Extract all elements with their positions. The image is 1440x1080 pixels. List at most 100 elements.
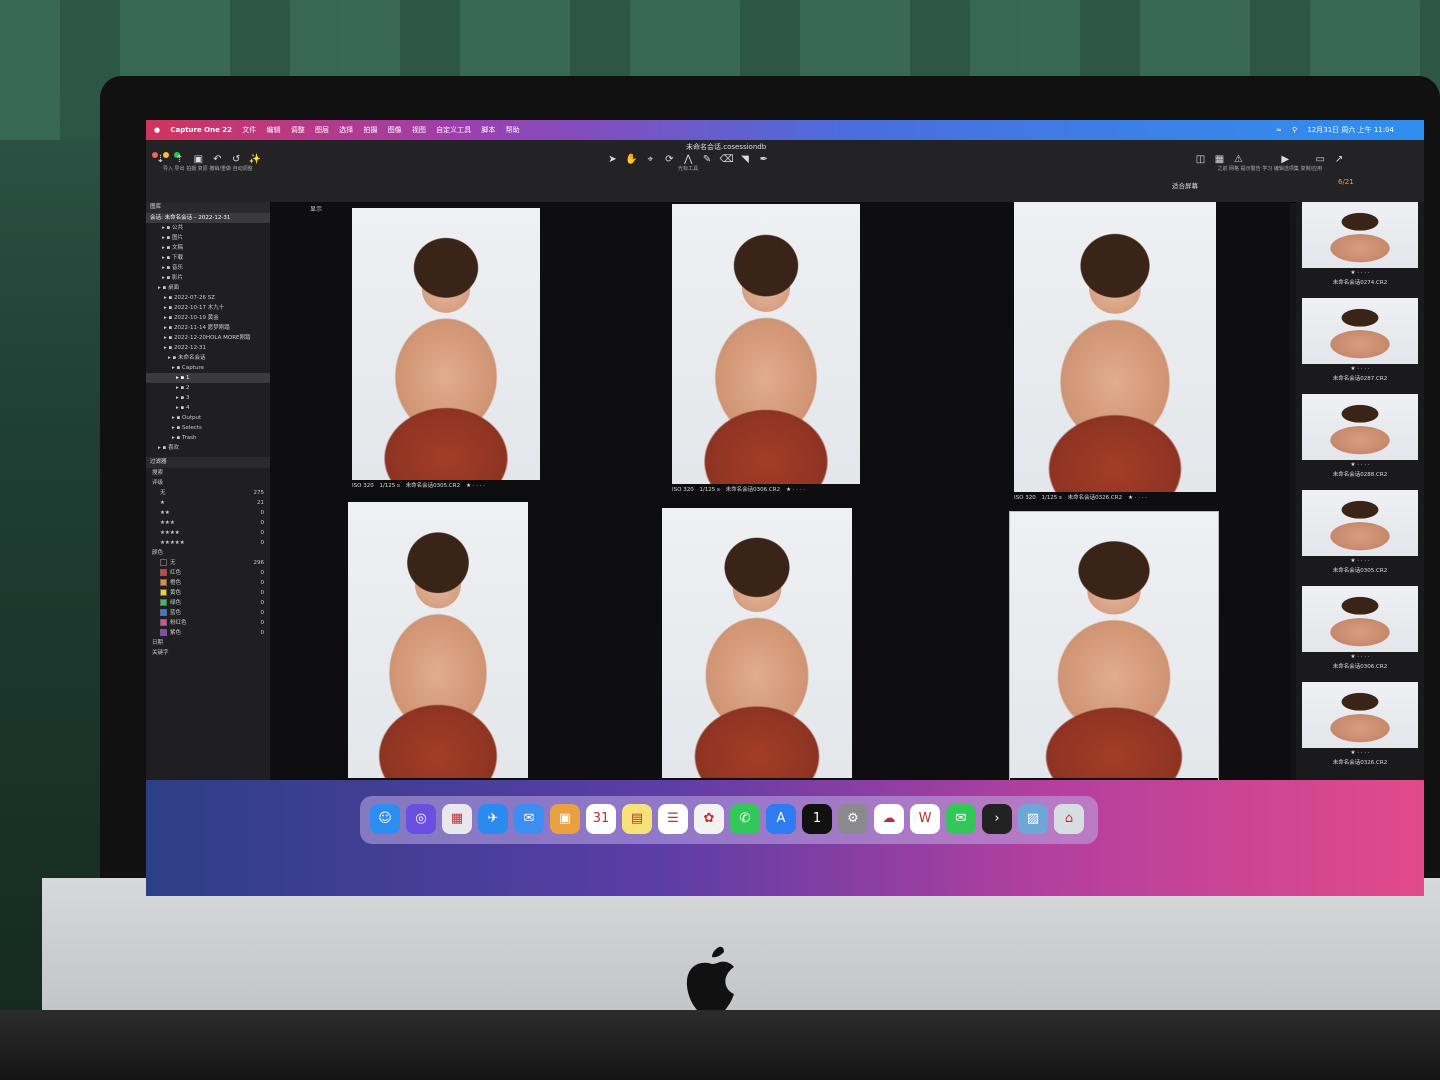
menu-capture[interactable]: 拍摄: [363, 126, 377, 134]
undo-redo-icon[interactable]: ↺: [230, 154, 243, 165]
trash-icon[interactable]: ⌂: [1054, 804, 1084, 834]
grid-icon[interactable]: ▦: [1213, 154, 1226, 165]
session-selector[interactable]: 会话: 未命名会话 – 2022-12-31: [146, 213, 270, 223]
folder-item[interactable]: ▸ ▪ 公共: [146, 223, 270, 233]
folder-item[interactable]: ▸ ▪ 1: [146, 373, 270, 383]
rating-stars[interactable]: ★ · · · ·: [786, 487, 805, 493]
finder-icon[interactable]: ☺: [370, 804, 400, 834]
filmstrip-stars[interactable]: ★ · · · ·: [1302, 364, 1418, 374]
auto-adjust-icon[interactable]: ✨: [249, 154, 262, 165]
filmstrip-item[interactable]: ★ · · · · 未命名会话0274.CR2: [1302, 202, 1418, 288]
browser-view-menu[interactable]: 显示: [310, 204, 322, 213]
keyword-filter[interactable]: 关键字: [146, 648, 270, 658]
folder-item[interactable]: ▸ ▪ Capture: [146, 363, 270, 373]
folder-item[interactable]: ▸ ▪ 音乐: [146, 263, 270, 273]
rating-filter-item[interactable]: ★★★ 0: [146, 518, 270, 528]
settings-icon[interactable]: ⚙: [838, 804, 868, 834]
image-thumbnail[interactable]: ISO 320 1/125 s 未命名会话0326.CR2 ★ · · · ·: [1014, 202, 1216, 504]
filter-search-input[interactable]: 搜索: [146, 468, 270, 478]
apple-menu-icon[interactable]: ●: [154, 126, 160, 134]
image-thumbnail[interactable]: ISO 320 1/125 s 未命名会话0305.CR2 ★ · · · ·: [352, 208, 540, 492]
image-thumbnail[interactable]: ISO 320 1/125 s 未命名会话0329.CR2★ · · · ·: [348, 502, 528, 790]
zoom-fit-label[interactable]: 适合屏幕: [1172, 180, 1198, 190]
folder-item[interactable]: ▸ ▪ Selects: [146, 423, 270, 433]
folder-item[interactable]: ▸ ▪ 2: [146, 383, 270, 393]
filmstrip-stars[interactable]: ★ · · · ·: [1302, 460, 1418, 470]
learn-icon[interactable]: ▶: [1279, 154, 1292, 165]
rating-filter-item[interactable]: 无 275: [146, 488, 270, 498]
filmstrip-item[interactable]: ★ · · · · 未命名会话0326.CR2: [1302, 682, 1418, 768]
folder-item[interactable]: ▸ ▪ 2022-07-26 SZ: [146, 293, 270, 303]
image-thumbnail[interactable]: ISO 320 1/125 s 未命名会话0306.CR2 ★ · · · ·: [672, 204, 860, 496]
picker-tool-icon[interactable]: ✒: [757, 154, 770, 165]
photos-app-icon[interactable]: ✿: [694, 804, 724, 834]
rating-stars[interactable]: ★ · · · ·: [466, 483, 485, 489]
edit-selection-icon[interactable]: ▭: [1314, 154, 1327, 165]
copy-apply-icon[interactable]: ↗: [1333, 154, 1346, 165]
menu-scripts[interactable]: 脚本: [481, 126, 495, 134]
baidu-netdisk-icon[interactable]: ☁: [874, 804, 904, 834]
rotate-tool-icon[interactable]: ⟳: [663, 154, 676, 165]
app-name-menu[interactable]: Capture One 22: [170, 126, 232, 134]
launchpad-icon[interactable]: ▦: [442, 804, 472, 834]
color-filter-item[interactable]: 红色 0: [146, 568, 270, 578]
app-store-icon[interactable]: A: [766, 804, 796, 834]
wps-icon[interactable]: W: [910, 804, 940, 834]
folder-item[interactable]: ▸ ▪ 图片: [146, 233, 270, 243]
filmstrip-item[interactable]: ★ · · · · 未命名会话0306.CR2: [1302, 586, 1418, 672]
color-filter-item[interactable]: 橙色 0: [146, 578, 270, 588]
filmstrip-stars[interactable]: ★ · · · ·: [1302, 556, 1418, 566]
folder-item[interactable]: ▸ ▪ 2022-11-14 愿梦刚踏: [146, 323, 270, 333]
color-filter-item[interactable]: 黄色 0: [146, 588, 270, 598]
filmstrip-stars[interactable]: ★ · · · ·: [1302, 268, 1418, 278]
image-thumbnail[interactable]: ISO 320 1/125 s 未命名会话0384.CR2★ · · · ·: [1009, 511, 1219, 791]
messages-icon[interactable]: ✆: [730, 804, 760, 834]
folder-item[interactable]: ▸ ▪ 桌面: [146, 283, 270, 293]
menu-select[interactable]: 选择: [339, 126, 353, 134]
filmstrip-item[interactable]: ★ · · · · 未命名会话0305.CR2: [1302, 490, 1418, 576]
folder-item[interactable]: ▸ ▪ 2022-12-20HOLA MORE刚踏: [146, 333, 270, 343]
folder-item[interactable]: ▸ ▪ 3: [146, 393, 270, 403]
rating-filter-item[interactable]: ★★★★★ 0: [146, 538, 270, 548]
folder-item[interactable]: ▸ ▪ 影片: [146, 273, 270, 283]
folder-item[interactable]: ▸ ▪ Trash: [146, 433, 270, 443]
wechat-icon[interactable]: ✉: [946, 804, 976, 834]
color-header[interactable]: 颜色: [146, 548, 270, 558]
pan-tool-icon[interactable]: ✋: [625, 154, 638, 165]
color-filter-item[interactable]: 粉红色 0: [146, 618, 270, 628]
rating-stars[interactable]: ★ · · · ·: [1128, 495, 1147, 501]
menu-adjust[interactable]: 调整: [291, 126, 305, 134]
preview-icon[interactable]: ▨: [1018, 804, 1048, 834]
safari-icon[interactable]: ✈: [478, 804, 508, 834]
siri-icon[interactable]: ◎: [406, 804, 436, 834]
menu-help[interactable]: 帮助: [506, 126, 520, 134]
date-filter[interactable]: 日期: [146, 638, 270, 648]
rating-filter-item[interactable]: ★★★★ 0: [146, 528, 270, 538]
pointer-tool-icon[interactable]: ➤: [606, 154, 619, 165]
menu-image[interactable]: 图像: [388, 126, 402, 134]
folder-item[interactable]: ▸ ▪ 未命名会话: [146, 353, 270, 363]
wifi-icon[interactable]: ≈: [1276, 126, 1282, 134]
rating-filter-item[interactable]: ★★ 0: [146, 508, 270, 518]
folder-item[interactable]: ▸ ▪ 4: [146, 403, 270, 413]
library-header[interactable]: 图库: [146, 202, 270, 213]
rating-header[interactable]: 评级: [146, 478, 270, 488]
folder-item[interactable]: ▸ ▪ 2022-10-17 木九十: [146, 303, 270, 313]
folder-item[interactable]: ▸ ▪ Output: [146, 413, 270, 423]
folder-item[interactable]: ▸ ▪ 喜欢: [146, 443, 270, 453]
clock-text[interactable]: 12月31日 周六 上午 11:04: [1307, 126, 1394, 134]
notes-icon[interactable]: ▤: [622, 804, 652, 834]
reset-icon[interactable]: ↶: [211, 154, 224, 165]
folder-item[interactable]: ▸ ▪ 下载: [146, 253, 270, 263]
keystone-tool-icon[interactable]: ⋀: [682, 154, 695, 165]
image-thumbnail[interactable]: ISO 320 1/125 s 未命名会话0330.CR2★ · · · ·: [662, 508, 852, 790]
before-icon[interactable]: ◫: [1194, 154, 1207, 165]
menu-file[interactable]: 文件: [242, 126, 256, 134]
import-icon[interactable]: ⇣: [154, 154, 167, 165]
export-icon[interactable]: ⇡: [173, 154, 186, 165]
camera-icon[interactable]: ▣: [192, 154, 205, 165]
color-filter-item[interactable]: 蓝色 0: [146, 608, 270, 618]
menu-custom-tools[interactable]: 自定义工具: [436, 126, 471, 134]
filmstrip-stars[interactable]: ★ · · · ·: [1302, 652, 1418, 662]
terminal-icon[interactable]: ›: [982, 804, 1012, 834]
